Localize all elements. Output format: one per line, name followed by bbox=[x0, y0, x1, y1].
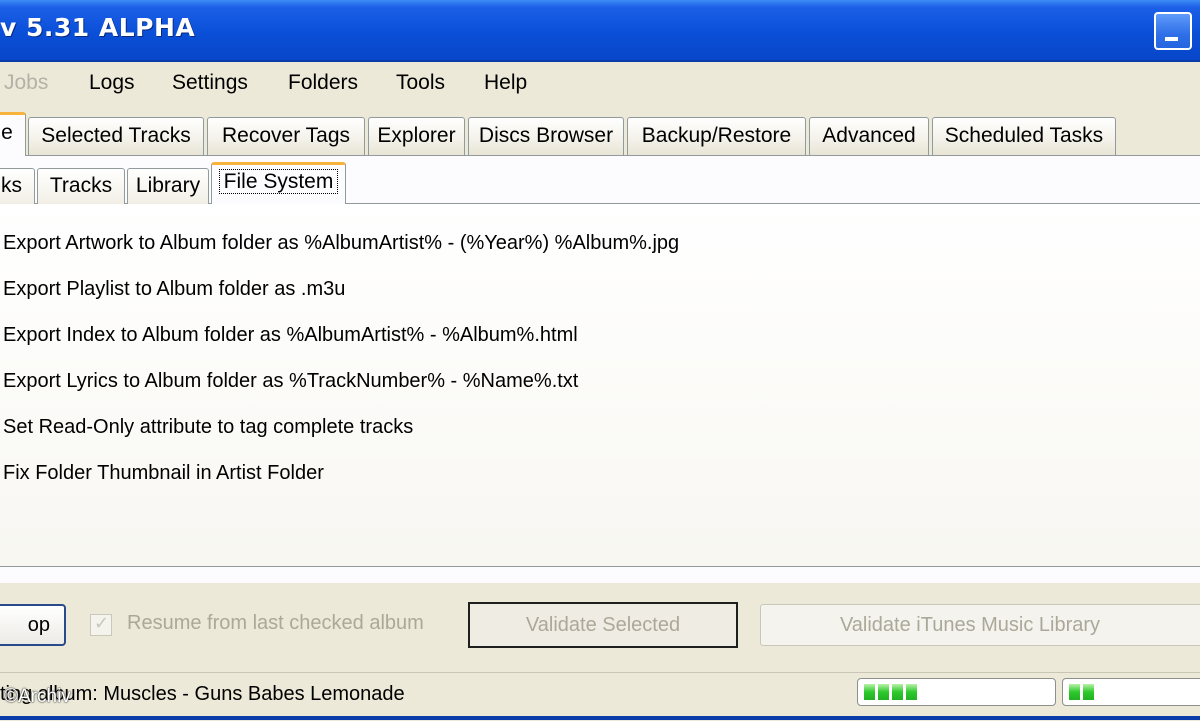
menu-help[interactable]: Help bbox=[484, 71, 527, 95]
menu-settings[interactable]: Settings bbox=[172, 71, 248, 95]
menu-folders[interactable]: Folders bbox=[288, 71, 358, 95]
tab-advanced[interactable]: Advanced bbox=[809, 117, 929, 155]
option-export-index[interactable]: Export Index to Album folder as %AlbumAr… bbox=[3, 324, 578, 347]
window-title: v 5.31 ALPHA bbox=[0, 13, 196, 42]
subtab-tracks[interactable]: Tracks bbox=[37, 168, 125, 204]
option-export-artwork[interactable]: Export Artwork to Album folder as %Album… bbox=[3, 232, 679, 255]
progress-segment bbox=[892, 684, 903, 700]
tab-discs-browser[interactable]: Discs Browser bbox=[468, 117, 624, 155]
tab-explorer[interactable]: Explorer bbox=[368, 117, 465, 155]
subtab-tracks-partial[interactable]: ks bbox=[0, 168, 35, 204]
progress-bar-secondary bbox=[1062, 678, 1200, 706]
menu-jobs[interactable]: Jobs bbox=[4, 71, 48, 95]
subtab-library[interactable]: Library bbox=[127, 168, 209, 204]
window-bottom-border bbox=[0, 716, 1200, 720]
progress-segment bbox=[1069, 684, 1080, 700]
stop-button[interactable]: op bbox=[0, 604, 66, 646]
subtab-file-system[interactable]: File System bbox=[211, 162, 346, 204]
progress-segment bbox=[906, 684, 917, 700]
option-fix-folder-thumbnail[interactable]: Fix Folder Thumbnail in Artist Folder bbox=[3, 462, 324, 485]
file-system-panel: Export Artwork to Album folder as %Album… bbox=[0, 203, 1200, 567]
option-export-lyrics[interactable]: Export Lyrics to Album folder as %TrackN… bbox=[3, 370, 578, 393]
option-export-playlist[interactable]: Export Playlist to Album folder as .m3u bbox=[3, 278, 345, 301]
minimize-icon bbox=[1165, 37, 1178, 41]
sub-tab-strip: ks Tracks Library File System bbox=[0, 162, 1200, 206]
validate-selected-button[interactable]: Validate Selected bbox=[468, 602, 738, 648]
progress-segment bbox=[878, 684, 889, 700]
validate-itunes-library-button[interactable]: Validate iTunes Music Library bbox=[760, 604, 1200, 646]
watermark: ©Archiv bbox=[4, 686, 71, 707]
option-set-read-only[interactable]: Set Read-Only attribute to tag complete … bbox=[3, 416, 413, 439]
progress-segment bbox=[1083, 684, 1094, 700]
tab-backup-restore[interactable]: Backup/Restore bbox=[627, 117, 806, 155]
title-bar: v 5.31 ALPHA bbox=[0, 0, 1200, 62]
resume-checkbox[interactable]: ✓ bbox=[90, 613, 112, 636]
progress-bar-primary bbox=[857, 678, 1056, 706]
check-icon: ✓ bbox=[94, 613, 110, 634]
minimize-button[interactable] bbox=[1154, 12, 1192, 50]
menu-tools[interactable]: Tools bbox=[396, 71, 445, 95]
menu-bar: Jobs Logs Settings Folders Tools Help bbox=[0, 62, 1200, 104]
tab-scheduled-tasks[interactable]: Scheduled Tasks bbox=[932, 117, 1116, 155]
subtab-file-system-label: File System bbox=[218, 169, 339, 194]
resume-label: Resume from last checked album bbox=[127, 612, 424, 634]
tab-selected-tracks[interactable]: Selected Tracks bbox=[28, 117, 204, 155]
menu-logs[interactable]: Logs bbox=[89, 71, 135, 95]
tab-partial-active[interactable]: e bbox=[0, 112, 26, 156]
main-tab-strip: e Selected Tracks Recover Tags Explorer … bbox=[0, 112, 1200, 156]
tab-recover-tags[interactable]: Recover Tags bbox=[207, 117, 365, 155]
progress-segment bbox=[864, 684, 875, 700]
